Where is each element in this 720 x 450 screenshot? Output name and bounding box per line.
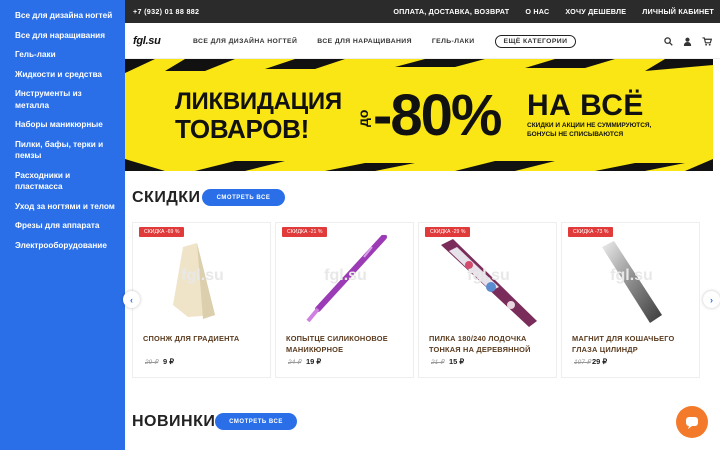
banner-line2: ТОВАРОВ! [175, 114, 309, 144]
watermark: fgl.su [467, 267, 510, 284]
watermark: fgl.su [181, 267, 224, 284]
product-image-cuticle-pusher [306, 235, 387, 323]
product-name[interactable]: КОПЫТЦЕ СИЛИКОНОВОЕ МАНИКЮРНОЕ [286, 333, 411, 355]
sidebar-item-consumables[interactable]: Расходники и пластмасса [0, 166, 125, 197]
product-card[interactable]: СКИДКА -73 % fgl.su МАГНИТ ДЛЯ КОШАЧЬЕГО… [561, 222, 700, 378]
link-account[interactable]: ЛИЧНЫЙ КАБИНЕТ [642, 7, 714, 16]
product-image-nail-file [441, 239, 537, 327]
product-name[interactable]: МАГНИТ ДЛЯ КОШАЧЬЕГО ГЛАЗА ЦИЛИНДР [572, 333, 697, 355]
watermark: fgl.su [610, 267, 653, 284]
product-card[interactable]: СКИДКА -29 % fgl.su ПИЛКА 180/240 ЛОДОЧК… [418, 222, 557, 378]
product-card[interactable]: СКИДКА -21 % fgl.su КОПЫТЦЕ СИЛИКОНОВОЕ … [275, 222, 414, 378]
discount-products: СКИДКА -69 % fgl.su СПОНЖ ДЛЯ ГРАДИЕНТА … [132, 222, 720, 378]
hazard-stripes-top [125, 59, 713, 73]
nav-extension[interactable]: ВСЕ ДЛЯ НАРАЩИВАНИЯ [317, 38, 412, 51]
nav-nail-design[interactable]: ВСЕ ДЛЯ ДИЗАЙНА НОГТЕЙ [193, 38, 297, 51]
hazard-stripes-bottom [125, 159, 713, 171]
sidebar-item-manicure-sets[interactable]: Наборы маникюрные [0, 115, 125, 135]
banner-upto: до [355, 109, 371, 127]
main-nav: ВСЕ ДЛЯ ДИЗАЙНА НОГТЕЙ ВСЕ ДЛЯ НАРАЩИВАН… [193, 35, 577, 51]
banner-discount: -80% [373, 83, 502, 148]
old-price: 107 ₽ [574, 359, 591, 366]
chat-icon [686, 417, 698, 429]
site-logo[interactable]: fgl.su [133, 35, 161, 47]
sidebar-item-metal-tools[interactable]: Инструменты из металла [0, 84, 125, 115]
link-payment-delivery[interactable]: ОПЛАТА, ДОСТАВКА, ВОЗВРАТ [393, 7, 509, 16]
banner-line1: ЛИКВИДАЦИЯ [175, 88, 342, 115]
user-icon[interactable] [683, 37, 692, 46]
price: 9 ₽ [163, 357, 175, 366]
more-categories-button[interactable]: ЕЩЁ КАТЕГОРИИ [494, 35, 577, 48]
sidebar-item-electric[interactable]: Электрооборудование [0, 236, 125, 256]
sidebar-item-files[interactable]: Пилки, бафы, терки и пемзы [0, 135, 125, 166]
product-name[interactable]: СПОНЖ ДЛЯ ГРАДИЕНТА [143, 333, 268, 344]
discounts-view-all-button[interactable]: СМОТРЕТЬ ВСЕ [202, 189, 285, 206]
banner-note-line2: БОНУСЫ НЕ СПИСЫВАЮТСЯ [527, 130, 624, 138]
old-price: 24 ₽ [288, 359, 302, 366]
banner-note-line1: СКИДКИ И АКЦИИ НЕ СУММИРУЮТСЯ, [527, 122, 652, 129]
new-title: НОВИНКИ [132, 413, 216, 430]
top-links: ОПЛАТА, ДОСТАВКА, ВОЗВРАТ О НАС ХОЧУ ДЕШ… [393, 7, 714, 16]
sidebar-item-nail-design[interactable]: Все для дизайна ногтей [0, 6, 125, 26]
sidebar-item-drill-bits[interactable]: Фрезы для аппарата [0, 216, 125, 236]
product-image-magnet [602, 241, 662, 323]
search-icon[interactable] [664, 37, 673, 46]
promo-banner[interactable]: ЛИКВИДАЦИЯ ТОВАРОВ! до -80% НА ВСЁ СКИДК… [125, 59, 713, 171]
sidebar-item-liquids[interactable]: Жидкости и средства [0, 65, 125, 85]
price: 15 ₽ [449, 357, 465, 366]
product-card[interactable]: СКИДКА -69 % fgl.su СПОНЖ ДЛЯ ГРАДИЕНТА … [132, 222, 271, 378]
link-want-cheaper[interactable]: ХОЧУ ДЕШЕВЛЕ [565, 7, 626, 16]
price: 29 ₽ [592, 357, 608, 366]
new-view-all-button[interactable]: СМОТРЕТЬ ВСЕ [215, 413, 297, 430]
price: 19 ₽ [306, 357, 322, 366]
sidebar-item-care[interactable]: Уход за ногтями и телом [0, 197, 125, 217]
top-bar: +7 (932) 01 88 882 ОПЛАТА, ДОСТАВКА, ВОЗ… [125, 0, 720, 23]
banner-note: СКИДКИ И АКЦИИ НЕ СУММИРУЮТСЯ, БОНУСЫ НЕ… [527, 122, 651, 139]
discounts-title: СКИДКИ [132, 189, 201, 206]
sidebar-item-gel-polish[interactable]: Гель-лаки [0, 45, 125, 65]
carousel-prev-button[interactable]: ‹ [123, 291, 140, 308]
product-name[interactable]: ПИЛКА 180/240 ЛОДОЧКА ТОНКАЯ НА ДЕРЕВЯНН… [429, 333, 554, 355]
old-price: 29 ₽ [145, 359, 159, 366]
cart-icon[interactable] [702, 37, 712, 46]
header-icons [664, 37, 712, 46]
watermark: fgl.su [324, 267, 367, 284]
chat-button[interactable] [676, 406, 708, 438]
phone-number[interactable]: +7 (932) 01 88 882 [133, 7, 199, 16]
banner-all: НА ВСЁ [527, 89, 644, 122]
product-image-sponge [173, 243, 215, 319]
carousel-next-button[interactable]: › [703, 291, 720, 308]
nav-gel-polish[interactable]: ГЕЛЬ-ЛАКИ [432, 38, 475, 51]
page: Все для дизайна ногтей Все для наращиван… [0, 0, 720, 450]
site-header: fgl.su ВСЕ ДЛЯ ДИЗАЙНА НОГТЕЙ ВСЕ ДЛЯ НА… [125, 23, 720, 59]
category-sidebar: Все для дизайна ногтей Все для наращиван… [0, 0, 125, 450]
sidebar-item-extension[interactable]: Все для наращивания [0, 26, 125, 46]
old-price: 21 ₽ [431, 359, 445, 366]
link-about[interactable]: О НАС [525, 7, 549, 16]
